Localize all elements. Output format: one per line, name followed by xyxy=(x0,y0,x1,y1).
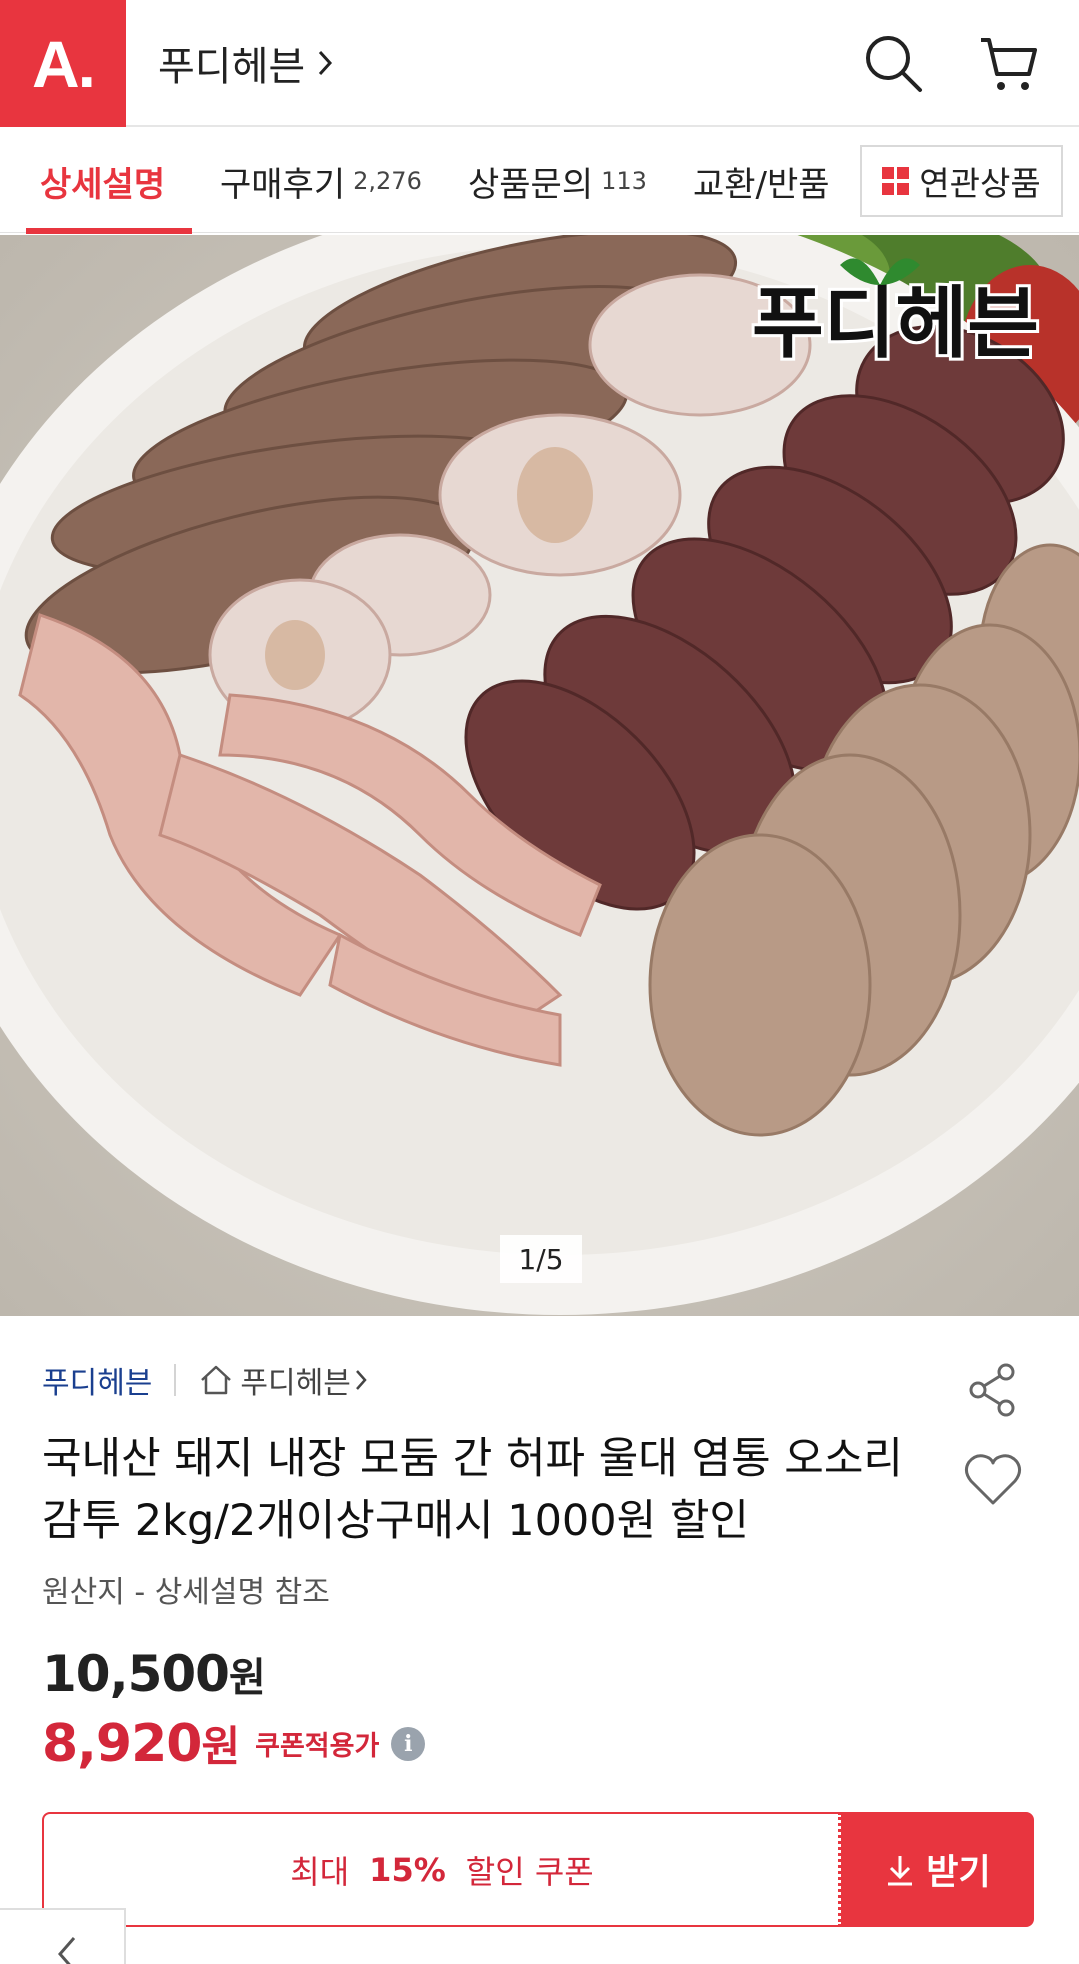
photo-watermark: 푸디헤븐 xyxy=(752,279,1039,369)
active-tab-indicator xyxy=(26,228,192,234)
cart-icon[interactable] xyxy=(975,30,1041,96)
heart-icon[interactable] xyxy=(963,1451,1023,1507)
top-header: A. 푸디헤븐 xyxy=(0,0,1079,127)
food-platter-illustration: 푸디헤븐 xyxy=(0,235,1079,1316)
image-counter: 1/5 xyxy=(500,1235,582,1283)
related-products-label: 연관상품 xyxy=(919,164,1041,203)
tab-qna-label: 상품문의 xyxy=(468,164,594,205)
coupon-price-note: 쿠폰적용가 xyxy=(255,1731,380,1762)
tab-detail[interactable]: 상세설명 xyxy=(40,129,165,233)
sale-price-unit: 원 xyxy=(201,1722,240,1771)
store-name-link[interactable]: 푸디헤븐 xyxy=(158,34,333,92)
store-name: 푸디헤븐 xyxy=(158,44,306,90)
tab-exchange[interactable]: 교환/반품 xyxy=(693,129,839,233)
store-home-label: 푸디헤븐 xyxy=(240,1366,351,1401)
sale-price-row: 8,920원 쿠폰적용가 i xyxy=(42,1713,426,1774)
back-button[interactable] xyxy=(0,1908,126,1964)
brand-link[interactable]: 푸디헤븐 xyxy=(42,1358,152,1402)
tab-detail-label: 상세설명 xyxy=(40,164,166,205)
origin-info: 원산지 - 상세설명 참조 xyxy=(42,1575,330,1610)
grid-icon xyxy=(882,167,910,195)
original-price: 10,500원 xyxy=(42,1645,266,1703)
coupon-suffix: 할인 쿠폰 xyxy=(465,1852,594,1891)
product-tabs: 상세설명 구매후기 2,276 상품문의 113 교환/반품 연관상품 xyxy=(0,129,1079,234)
original-price-unit: 원 xyxy=(228,1655,266,1701)
chevron-right-icon xyxy=(355,1370,367,1390)
home-icon xyxy=(201,1365,232,1395)
coupon-prefix: 최대 xyxy=(290,1852,350,1891)
tab-reviews-label: 구매후기 xyxy=(220,164,346,205)
brand-divider xyxy=(174,1364,177,1396)
tab-qna[interactable]: 상품문의 113 xyxy=(468,129,647,233)
search-icon[interactable] xyxy=(860,30,926,96)
coupon-download-button[interactable]: 받기 xyxy=(841,1812,1034,1927)
share-icon[interactable] xyxy=(964,1362,1020,1418)
app-logo[interactable]: A. xyxy=(0,0,126,127)
chevron-right-icon xyxy=(319,50,333,76)
logo-text: A. xyxy=(32,26,96,101)
download-icon xyxy=(888,1855,913,1885)
coupon-button-label: 받기 xyxy=(926,1853,991,1893)
product-title: 국내산 돼지 내장 모둠 간 허파 울대 염통 오소리감투 2kg/2개이상구매… xyxy=(42,1434,903,1546)
coupon-banner[interactable]: 최대 15% 할인 쿠폰 xyxy=(42,1812,840,1927)
review-count: 2,276 xyxy=(353,167,422,195)
sale-price: 8,920원 xyxy=(42,1713,240,1774)
store-home-link[interactable]: 푸디헤븐 xyxy=(198,1358,367,1402)
info-icon[interactable]: i xyxy=(391,1726,426,1761)
tab-reviews[interactable]: 구매후기 2,276 xyxy=(220,129,422,233)
brand-row: 푸디헤븐 푸디헤븐 xyxy=(42,1358,367,1402)
product-image[interactable]: 푸디헤븐 xyxy=(0,235,1079,1316)
qna-count: 113 xyxy=(601,167,647,195)
sale-price-value: 8,920 xyxy=(42,1714,202,1774)
coupon-percent: 15% xyxy=(369,1850,446,1889)
original-price-value: 10,500 xyxy=(42,1645,230,1703)
related-products-button[interactable]: 연관상품 xyxy=(860,145,1063,217)
tab-exchange-label: 교환/반품 xyxy=(693,164,830,205)
chevron-left-icon xyxy=(58,1937,76,1964)
